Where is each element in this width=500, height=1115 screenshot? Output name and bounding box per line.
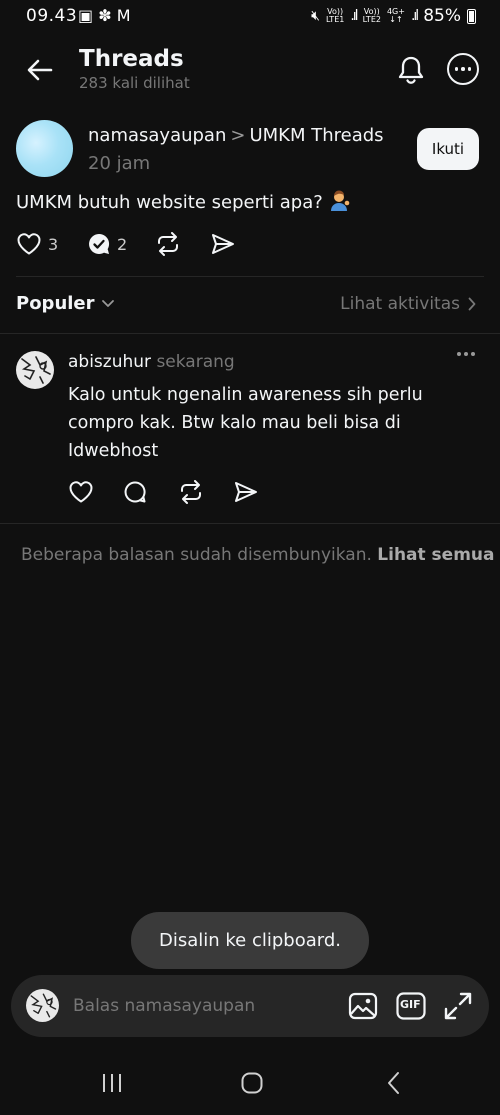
clipboard-toast: Disalin ke clipboard. (131, 912, 369, 969)
comment-check-icon (89, 233, 110, 254)
gmail-icon: M (116, 6, 131, 25)
divider (16, 276, 484, 277)
repost-icon (181, 480, 201, 504)
view-activity-link[interactable]: Lihat aktivitas (340, 294, 476, 314)
more-dot-icon (467, 67, 472, 71)
system-back-button[interactable] (382, 1071, 406, 1095)
reply-share-button[interactable] (233, 480, 259, 504)
bell-icon (398, 56, 424, 84)
page-title: Threads (79, 46, 184, 72)
heart-icon (69, 481, 93, 503)
current-user-avatar (26, 989, 59, 1022)
more-dot-icon (464, 352, 468, 356)
battery-icon (467, 8, 476, 24)
chevron-left-icon (388, 1072, 399, 1094)
chevron-right-icon (468, 297, 476, 311)
gif-button[interactable]: GIF (396, 991, 426, 1021)
post-author-username[interactable]: namasayaupan (88, 125, 226, 146)
view-count: 283 kali dilihat (79, 74, 190, 92)
attach-image-button[interactable] (348, 991, 378, 1021)
heart-icon (17, 233, 41, 255)
post-meta: namasayaupan > UMKM Threads 20 jam (88, 122, 408, 178)
reply-more-button[interactable] (457, 352, 475, 356)
reply-count: 2 (117, 234, 128, 254)
reply-button[interactable]: 2 (87, 232, 155, 256)
chevron-down-icon (101, 299, 114, 307)
activity-link-label: Lihat aktivitas (340, 294, 460, 314)
expand-composer-button[interactable] (443, 991, 473, 1021)
sim2-tag: Vo)) LTE2 (362, 7, 381, 24)
like-button[interactable]: 3 (16, 232, 87, 256)
gif-label: GIF (400, 998, 421, 1011)
home-icon (241, 1072, 263, 1094)
comment-icon (124, 481, 146, 503)
see-all-link[interactable]: Lihat semua (377, 545, 494, 565)
gallery-icon: ▣ (78, 6, 94, 25)
community-link[interactable]: UMKM Threads (249, 125, 383, 146)
post-time: 20 jam (88, 153, 151, 174)
flower-icon: ✽ (98, 6, 112, 25)
post-action-row: 3 2 (16, 232, 236, 256)
status-bar: 09.43 ▣ ✽ M 🔇︎ Vo)) LTE1 .ıl Vo)) LTE2 4G+… (0, 0, 500, 34)
status-right-icons: 🔇︎ Vo)) LTE1 .ıl Vo)) LTE2 4G+ ↓↑ .ıl 85% (311, 6, 476, 26)
sketch-avatar-icon (21, 356, 51, 384)
more-dot-icon (454, 67, 459, 71)
reply-author-username[interactable]: abiszuhur (68, 352, 151, 372)
reply-author-avatar[interactable] (16, 351, 54, 389)
hidden-replies-note: Beberapa balasan sudah disembunyikan. Li… (21, 545, 495, 565)
signal-bars-icon: .ıl (350, 8, 358, 24)
more-dot-icon (457, 352, 461, 356)
more-dot-icon (471, 352, 475, 356)
reply-action-row (68, 480, 259, 504)
recents-icon (103, 1074, 121, 1092)
reply-bar: GIF (11, 975, 489, 1037)
share-button[interactable] (210, 232, 236, 256)
network-tag: 4G+ ↓↑ (386, 7, 405, 24)
reply-repost-button[interactable] (178, 480, 233, 504)
follow-button[interactable]: Ikuti (417, 128, 479, 170)
home-button[interactable] (240, 1071, 264, 1095)
repost-button[interactable] (155, 232, 210, 256)
hidden-replies-text: Beberapa balasan sudah disembunyikan. (21, 545, 372, 565)
reply-header: abiszuhur sekarang (68, 352, 235, 372)
send-icon (212, 234, 234, 254)
reply-time: sekarang (156, 352, 235, 372)
mute-icon: 🔇︎ (311, 8, 320, 24)
arrow-left-icon (27, 59, 53, 81)
battery-percent: 85% (423, 6, 461, 26)
reply-input[interactable] (73, 993, 328, 1019)
back-button[interactable] (22, 52, 58, 88)
expand-icon (444, 992, 472, 1020)
divider (0, 523, 500, 524)
sort-dropdown[interactable]: Populer (16, 293, 115, 314)
image-icon (348, 992, 378, 1020)
sort-label: Populer (16, 293, 95, 314)
reply-body: Kalo untuk ngenalin awareness sih perlu … (68, 385, 423, 461)
more-options-button[interactable] (447, 53, 479, 85)
sketch-avatar-icon (30, 993, 57, 1018)
post-author-avatar[interactable] (16, 120, 73, 177)
like-count: 3 (48, 234, 59, 254)
more-dot-icon (461, 67, 465, 71)
post-text: UMKM butuh website seperti apa? (16, 190, 351, 213)
sim1-tag: Vo)) LTE1 (325, 7, 345, 24)
divider (0, 333, 500, 334)
breadcrumb-separator: > (230, 125, 246, 146)
post-body: UMKM butuh website seperti apa? (16, 192, 323, 213)
repost-icon (158, 232, 178, 256)
notifications-button[interactable] (394, 53, 428, 87)
send-icon (235, 482, 257, 502)
status-time: 09.43 (26, 6, 78, 26)
system-nav-bar (0, 1053, 500, 1115)
person-tipping-hand-emoji-icon (330, 190, 349, 211)
recents-button[interactable] (100, 1071, 124, 1095)
signal-bars-icon-2: .ıl (410, 8, 419, 24)
reply-like-button[interactable] (68, 480, 123, 504)
reply-comment-button[interactable] (123, 480, 178, 504)
status-notification-icons: ▣ ✽ M (78, 6, 131, 25)
